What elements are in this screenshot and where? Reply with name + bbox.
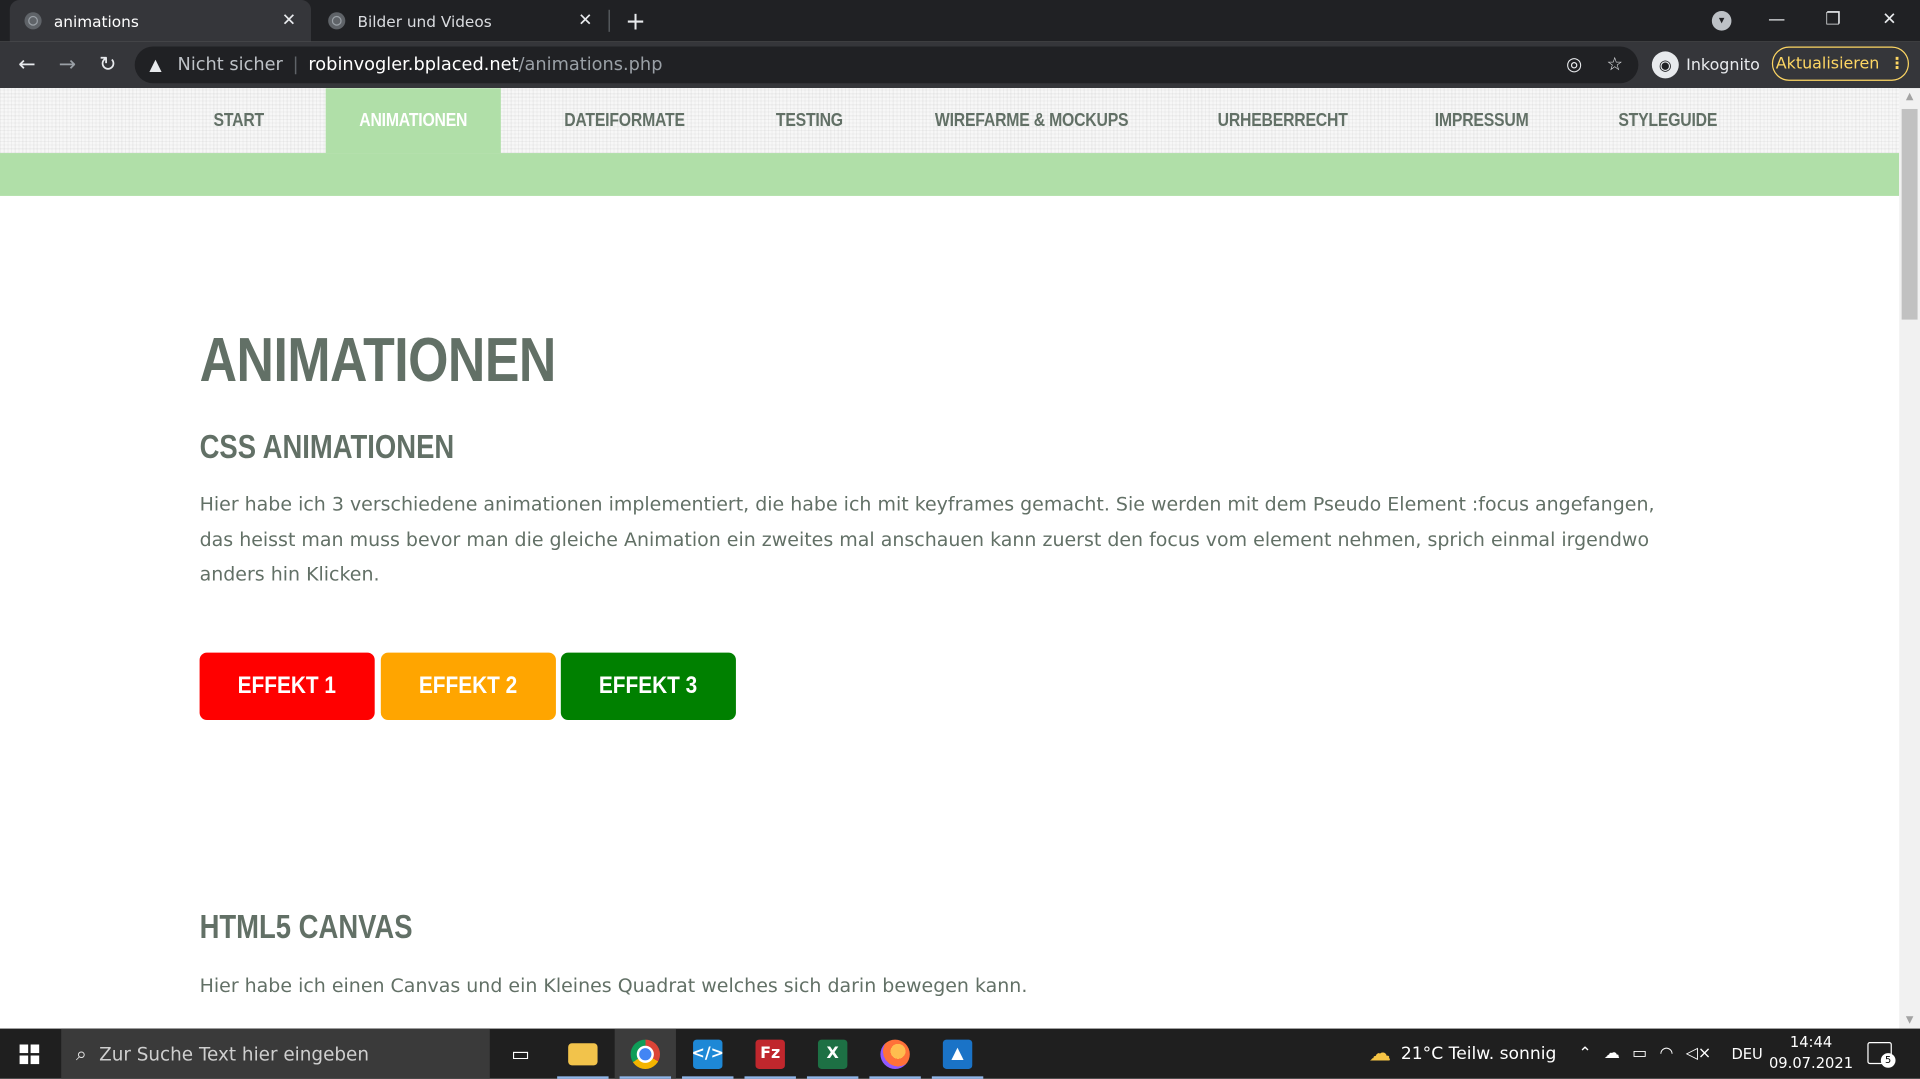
address-bar[interactable]: ▲ Nicht sicher | robinvogler.bplaced.net… bbox=[134, 46, 1639, 84]
filezilla-icon[interactable]: Fz bbox=[740, 1029, 801, 1079]
search-placeholder: Zur Suche Text hier eingeben bbox=[99, 1042, 369, 1065]
file-explorer-icon[interactable] bbox=[552, 1029, 613, 1079]
nav-dateiformate[interactable]: DATEIFORMATE bbox=[557, 88, 692, 153]
clock-date: 09.07.2021 bbox=[1768, 1054, 1854, 1072]
onedrive-icon[interactable]: ☁ bbox=[1604, 1044, 1620, 1062]
nav-animationen[interactable]: ANIMATIONEN bbox=[338, 88, 489, 153]
warning-icon[interactable]: ▲ bbox=[149, 56, 166, 74]
language-indicator[interactable]: DEU bbox=[1731, 1029, 1762, 1079]
section-text-css: Hier habe ich 3 verschiedene animationen… bbox=[199, 493, 1655, 586]
reload-button[interactable]: ↻ bbox=[92, 49, 124, 81]
close-tab-icon[interactable]: ✕ bbox=[576, 11, 596, 31]
bookmark-star-icon[interactable]: ☆ bbox=[1607, 53, 1623, 75]
tab-bilder-und-videos[interactable]: Bilder und Videos ✕ bbox=[313, 0, 607, 42]
effekt-1-label: EFFEKT 1 bbox=[237, 672, 337, 700]
nav-wireframe-mockups[interactable]: WIREFARME & MOCKUPS bbox=[924, 88, 1140, 153]
more-menu-icon[interactable]: ⋮ bbox=[1889, 54, 1905, 72]
windows-logo-icon bbox=[19, 1044, 40, 1065]
security-label[interactable]: Nicht sicher bbox=[178, 55, 283, 75]
photos-icon[interactable]: ▲ bbox=[927, 1029, 988, 1079]
incognito-icon: ◉ bbox=[1651, 51, 1679, 79]
update-label: Aktualisieren bbox=[1775, 54, 1880, 73]
page-title: ANIMATIONEN bbox=[199, 324, 557, 395]
address-separator: | bbox=[292, 55, 299, 75]
weather-text: 21°C Teilw. sonnig bbox=[1400, 1043, 1557, 1064]
incognito-indicator[interactable]: ◉ Inkognito bbox=[1651, 51, 1760, 79]
close-tab-icon[interactable]: ✕ bbox=[279, 11, 299, 31]
vscode-icon[interactable]: </> bbox=[677, 1029, 738, 1079]
section-heading-css: CSS ANIMATIONEN bbox=[199, 428, 455, 466]
forward-button[interactable]: → bbox=[51, 49, 83, 81]
url-path: /animations.php bbox=[518, 55, 663, 75]
section-heading-canvas: HTML5 CANVAS bbox=[199, 908, 413, 946]
section-text-canvas: Hier habe ich einen Canvas und ein Klein… bbox=[199, 974, 1028, 997]
scroll-down-icon[interactable]: ▼ bbox=[1899, 1011, 1920, 1028]
notification-badge: 5 bbox=[1880, 1053, 1896, 1068]
minimize-button[interactable]: — bbox=[1749, 0, 1805, 39]
restore-button[interactable]: ❐ bbox=[1805, 0, 1861, 39]
taskbar-clock[interactable]: 14:44 09.07.2021 bbox=[1768, 1032, 1854, 1074]
effekt-2-button[interactable]: EFFEKT 2 bbox=[380, 652, 556, 721]
excel-icon[interactable]: X bbox=[802, 1029, 863, 1079]
close-window-button[interactable]: ✕ bbox=[1861, 0, 1917, 39]
taskbar-search[interactable]: ⌕ Zur Suche Text hier eingeben bbox=[61, 1028, 490, 1079]
task-view-icon[interactable]: ▭ bbox=[490, 1029, 551, 1079]
tray-icons: ⌃ ☁ ▭ ◠ ◁× bbox=[1578, 1029, 1711, 1079]
tab-separator bbox=[608, 9, 610, 32]
scroll-up-icon[interactable]: ▲ bbox=[1899, 88, 1920, 105]
update-button[interactable]: Aktualisieren ⋮ bbox=[1771, 46, 1909, 81]
notification-center-icon[interactable]: 5 bbox=[1867, 1042, 1896, 1068]
firefox-icon[interactable] bbox=[864, 1029, 925, 1079]
weather-icon: ☁ bbox=[1368, 1040, 1392, 1067]
nav-styleguide[interactable]: STYLEGUIDE bbox=[1613, 88, 1723, 153]
globe-icon bbox=[24, 12, 42, 30]
incognito-label: Inkognito bbox=[1686, 55, 1760, 75]
battery-icon[interactable]: ▭ bbox=[1632, 1044, 1647, 1062]
nav-testing[interactable]: TESTING bbox=[766, 88, 852, 153]
windows-taskbar: ⌕ Zur Suche Text hier eingeben ▭ </> Fz … bbox=[0, 1028, 1920, 1079]
search-icon: ⌕ bbox=[75, 1041, 87, 1065]
nav-impressum[interactable]: IMPRESSUM bbox=[1429, 88, 1534, 153]
effekt-3-button[interactable]: EFFEKT 3 bbox=[560, 652, 736, 721]
nav-start[interactable]: START bbox=[202, 88, 276, 153]
clock-time: 14:44 bbox=[1789, 1033, 1833, 1051]
tracking-blocked-icon[interactable]: ◎ bbox=[1566, 53, 1582, 75]
tab-search-icon[interactable]: ▾ bbox=[1711, 11, 1732, 31]
back-button[interactable]: ← bbox=[11, 49, 43, 81]
browser-tab-strip: animations ✕ Bilder und Videos ✕ + ▾ — ❐… bbox=[0, 0, 1920, 42]
web-page: START ANIMATIONEN DATEIFORMATE TESTING W… bbox=[0, 88, 1900, 1029]
effekt-3-label: EFFEKT 3 bbox=[599, 672, 698, 700]
browser-toolbar: ← → ↻ ▲ Nicht sicher | robinvogler.bplac… bbox=[0, 41, 1920, 89]
tab-title: Bilder und Videos bbox=[357, 11, 492, 31]
effekt-2-label: EFFEKT 2 bbox=[419, 672, 518, 700]
nav-urheberrecht[interactable]: URHEBERRECHT bbox=[1218, 88, 1348, 153]
site-navigation: START ANIMATIONEN DATEIFORMATE TESTING W… bbox=[0, 88, 1900, 154]
tab-title: animations bbox=[53, 11, 139, 31]
volume-muted-icon[interactable]: ◁× bbox=[1686, 1044, 1712, 1062]
banner-bar bbox=[0, 153, 1900, 196]
new-tab-button[interactable]: + bbox=[622, 7, 649, 34]
effekt-1-button[interactable]: EFFEKT 1 bbox=[199, 652, 375, 721]
weather-widget[interactable]: ☁ 21°C Teilw. sonnig bbox=[1369, 1029, 1556, 1079]
page-scrollbar[interactable]: ▲ ▼ bbox=[1899, 88, 1920, 1029]
wifi-icon[interactable]: ◠ bbox=[1659, 1044, 1673, 1062]
globe-icon bbox=[328, 12, 346, 30]
start-button[interactable] bbox=[0, 1029, 61, 1079]
chevron-up-icon[interactable]: ⌃ bbox=[1578, 1044, 1591, 1062]
url-host: robinvogler.bplaced.net bbox=[308, 55, 519, 75]
chrome-icon[interactable] bbox=[614, 1028, 676, 1079]
tab-animations[interactable]: animations ✕ bbox=[9, 0, 312, 42]
scrollbar-thumb[interactable] bbox=[1901, 108, 1918, 320]
